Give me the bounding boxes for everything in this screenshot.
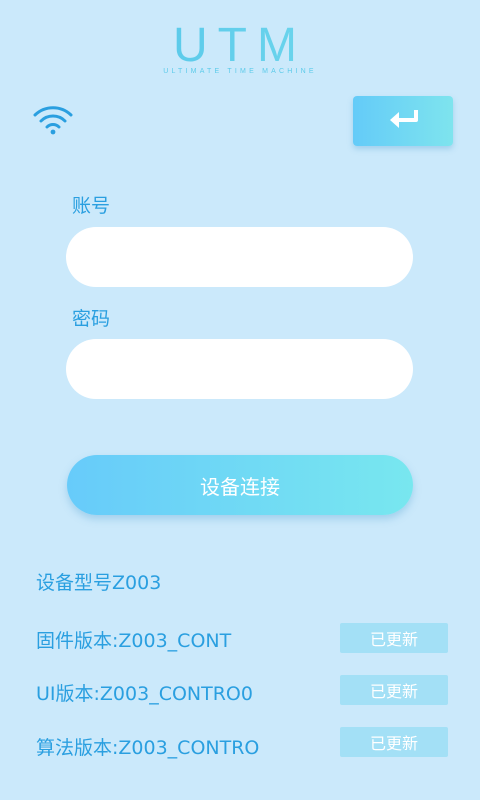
password-label: 密码 [72,308,111,330]
ui-version: UI版本:Z003_CONTRO0 [36,683,253,705]
firmware-update-status[interactable]: 已更新 [340,623,448,653]
logo: UTM ULTIMATE TIME MACHINE [0,22,480,76]
logo-mark: UTM [0,22,480,70]
return-arrow-icon [386,108,420,134]
connect-device-label: 设备连接 [200,474,280,499]
algorithm-update-status[interactable]: 已更新 [340,727,448,757]
ui-update-status[interactable]: 已更新 [340,675,448,705]
password-input[interactable] [66,339,413,399]
device-model: 设备型号Z003 [36,572,162,594]
algorithm-version: 算法版本:Z003_CONTRO [36,737,260,759]
firmware-version: 固件版本:Z003_CONT [36,630,232,652]
connect-device-button[interactable]: 设备连接 [67,455,413,515]
account-label: 账号 [72,195,111,217]
back-button[interactable] [353,96,453,146]
wifi-icon[interactable] [32,104,74,136]
logo-tagline: ULTIMATE TIME MACHINE [163,68,317,75]
account-input[interactable] [66,227,413,287]
